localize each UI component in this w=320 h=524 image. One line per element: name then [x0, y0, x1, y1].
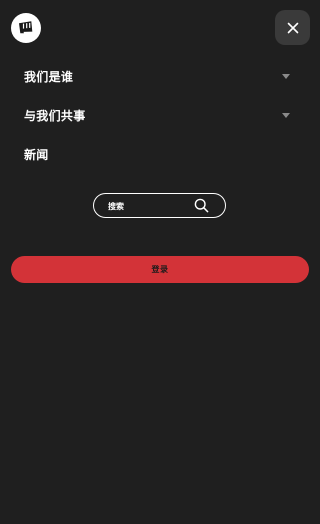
mobile-menu-screen: 我们是谁 与我们共事 新闻 登录	[0, 0, 320, 524]
main-nav: 我们是谁 与我们共事 新闻	[0, 57, 320, 174]
nav-item-label: 与我们共事	[24, 108, 86, 123]
close-icon	[287, 22, 298, 33]
nav-item-label: 新闻	[24, 147, 49, 162]
search-input[interactable]	[108, 199, 188, 213]
login-button[interactable]: 登录	[11, 256, 309, 283]
chevron-down-icon[interactable]	[282, 74, 290, 79]
chevron-down-icon[interactable]	[282, 113, 290, 118]
logo[interactable]	[11, 13, 41, 43]
nav-item-news[interactable]: 新闻	[0, 135, 320, 174]
search-icon[interactable]	[194, 198, 209, 213]
fist-logo-icon	[19, 21, 33, 34]
nav-item-work-with-us[interactable]: 与我们共事	[0, 96, 320, 135]
search-box	[93, 193, 226, 218]
close-button[interactable]	[275, 10, 310, 45]
nav-item-who-we-are[interactable]: 我们是谁	[0, 57, 320, 96]
nav-item-label: 我们是谁	[24, 69, 74, 84]
